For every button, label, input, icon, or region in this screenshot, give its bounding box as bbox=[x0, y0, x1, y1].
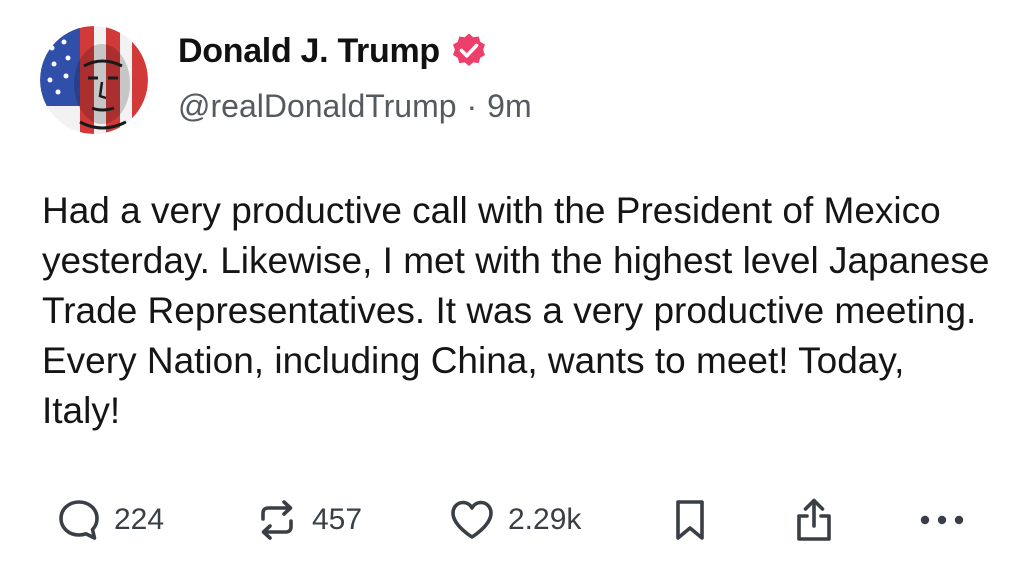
author-display-name[interactable]: Donald J. Trump bbox=[178, 32, 440, 71]
post-body: Had a very productive call with the Pres… bbox=[42, 190, 990, 431]
like-button[interactable]: 2.29k bbox=[448, 490, 581, 550]
post-card: Donald J. Trump @realDonaldTrump · 9m Ha… bbox=[0, 0, 1024, 577]
avatar[interactable] bbox=[40, 26, 148, 134]
action-bar: 224 457 2.29k bbox=[0, 490, 1024, 550]
like-count: 2.29k bbox=[508, 503, 582, 536]
heart-icon bbox=[448, 497, 496, 543]
more-icon bbox=[916, 510, 968, 530]
verified-badge-icon bbox=[450, 32, 488, 70]
repost-count: 457 bbox=[312, 503, 363, 536]
author-meta: @realDonaldTrump · 9m bbox=[178, 88, 532, 125]
reply-button[interactable]: 224 bbox=[56, 490, 164, 550]
reply-count: 224 bbox=[114, 503, 165, 536]
bookmark-icon bbox=[670, 497, 710, 543]
post-timestamp[interactable]: 9m bbox=[487, 88, 531, 125]
repost-icon bbox=[254, 497, 300, 543]
author-header: Donald J. Trump bbox=[178, 28, 488, 74]
author-handle[interactable]: @realDonaldTrump bbox=[178, 88, 457, 125]
share-icon bbox=[792, 496, 836, 544]
repost-button[interactable]: 457 bbox=[254, 490, 362, 550]
avatar-image bbox=[40, 26, 148, 134]
reply-icon bbox=[56, 497, 102, 543]
meta-separator: · bbox=[466, 88, 478, 124]
more-options-button[interactable] bbox=[916, 490, 968, 550]
bookmark-button[interactable] bbox=[670, 490, 710, 550]
share-button[interactable] bbox=[792, 490, 836, 550]
